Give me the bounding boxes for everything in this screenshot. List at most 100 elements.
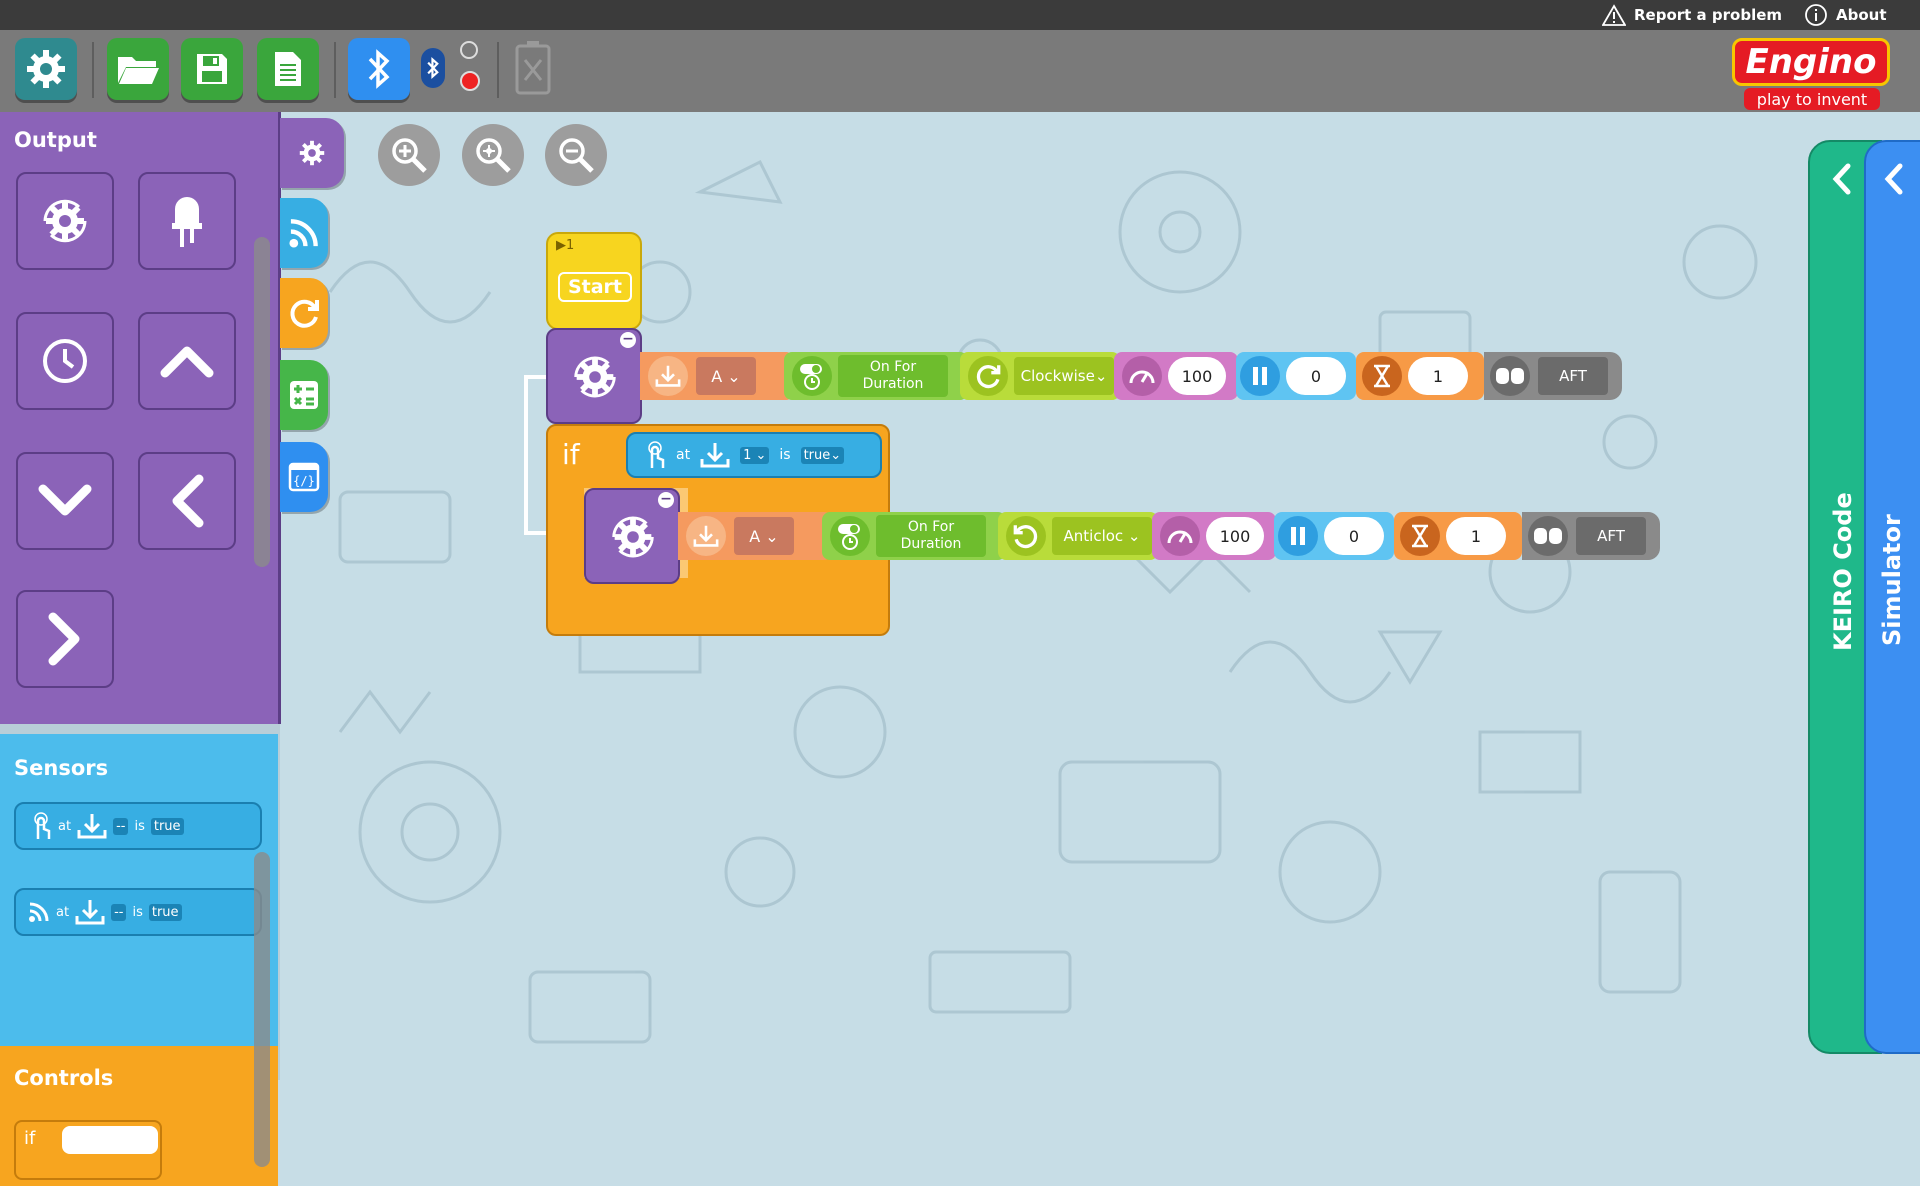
duration-segment: 1: [1356, 352, 1484, 400]
sensor-port-dropdown[interactable]: --: [113, 817, 129, 835]
battery-delete-icon: [515, 41, 551, 95]
port-dropdown[interactable]: A ⌄: [734, 517, 794, 555]
math-tab[interactable]: [280, 360, 328, 430]
if-block-template[interactable]: if: [14, 1120, 162, 1180]
bluetooth-button[interactable]: [348, 38, 410, 100]
sensor-value-dropdown[interactable]: true: [150, 817, 184, 835]
speed-value: 100: [1219, 526, 1251, 546]
settings-button[interactable]: [15, 38, 77, 100]
after-icon-holder: [1528, 516, 1568, 556]
palette-scrollbar[interactable]: [254, 237, 270, 567]
speed-input[interactable]: 100: [1206, 517, 1264, 555]
after-value: AFT: [1597, 527, 1625, 545]
condition-port-value: 1: [743, 447, 752, 463]
toggle-timer-icon: [800, 364, 822, 390]
if-condition-slot[interactable]: [62, 1126, 158, 1154]
mode-dropdown[interactable]: On For Duration: [876, 515, 986, 557]
if-sensor-condition[interactable]: at 1 ⌄ is true⌄: [626, 432, 882, 478]
motor-block-2[interactable]: −: [584, 488, 680, 584]
about-link[interactable]: About: [1804, 4, 1887, 26]
condition-is-label: is: [779, 447, 791, 463]
loops-tab[interactable]: [280, 278, 328, 348]
bluetooth-icon: [368, 49, 390, 89]
sensor-port-dropdown[interactable]: --: [111, 903, 127, 921]
brake-icon: [1496, 368, 1524, 384]
led-block[interactable]: [138, 172, 236, 270]
zoom-reset-button[interactable]: [462, 124, 524, 186]
port-value: A: [711, 366, 723, 386]
after-icon-holder: [1490, 356, 1530, 396]
touch-sensor-block[interactable]: at -- is true: [14, 802, 262, 850]
motor-block-1-params: A ⌄ On For Duration Clockwise⌄ 100 0 1: [640, 352, 1622, 400]
zoom-in-button[interactable]: [378, 124, 440, 186]
about-label: About: [1836, 6, 1887, 24]
turn-left-block[interactable]: [138, 452, 236, 550]
warning-icon: [1602, 4, 1626, 26]
chevron-down-icon: [38, 484, 92, 516]
led-icon: [172, 197, 202, 247]
rotate-anticlockwise-icon: [1013, 525, 1038, 549]
wait-block[interactable]: [16, 312, 114, 410]
save-button[interactable]: [181, 38, 243, 100]
toolbar: Engino play to invent: [0, 30, 1920, 112]
duration-input[interactable]: 1: [1446, 517, 1506, 555]
open-button[interactable]: [107, 38, 169, 100]
after-dropdown[interactable]: AFT: [1576, 517, 1646, 555]
motor-block-1[interactable]: −: [546, 328, 642, 424]
port-icon-holder: [648, 356, 688, 396]
start-block[interactable]: ▶1 Start: [546, 232, 642, 330]
controls-category: Controls if: [0, 1046, 278, 1186]
turn-right-block[interactable]: [16, 590, 114, 688]
condition-port-dropdown[interactable]: 1 ⌄: [740, 446, 770, 464]
duration-value: 1: [1470, 526, 1482, 546]
sensor-at-label: at: [58, 818, 72, 834]
ir-sensor-block[interactable]: at -- is true: [14, 888, 262, 936]
zoom-out-button[interactable]: [545, 124, 607, 186]
ir-sensor-icon: [29, 902, 49, 922]
motor-block[interactable]: [16, 172, 114, 270]
duration-input[interactable]: 1: [1408, 357, 1468, 395]
sensor-value-dropdown[interactable]: true: [148, 903, 182, 921]
move-backward-block[interactable]: [16, 452, 114, 550]
sensors-tab[interactable]: [280, 198, 328, 268]
toolbar-separator: [92, 42, 94, 98]
mode-line2: Duration: [862, 376, 924, 392]
new-file-button[interactable]: [257, 38, 319, 100]
collapse-icon[interactable]: −: [658, 492, 674, 508]
variable-icon: {/}: [288, 462, 320, 492]
simulator-panel[interactable]: Simulator: [1864, 140, 1920, 1054]
direction-dropdown[interactable]: Anticloc ⌄: [1052, 517, 1152, 555]
mode-dropdown[interactable]: On For Duration: [838, 355, 948, 397]
sensors-category: Sensors at -- is true at -- is true: [0, 734, 278, 1046]
after-dropdown[interactable]: AFT: [1538, 357, 1608, 395]
document-icon: [275, 52, 301, 86]
workspace-canvas[interactable]: [280, 112, 1920, 1080]
speed-icon-holder: [1122, 356, 1162, 396]
chevron-right-icon: [48, 612, 80, 666]
report-problem-link[interactable]: Report a problem: [1602, 4, 1782, 26]
collapse-icon[interactable]: −: [620, 332, 636, 348]
duration-icon-holder: [1400, 516, 1440, 556]
port-dropdown[interactable]: A ⌄: [696, 357, 756, 395]
variables-tab[interactable]: {/}: [280, 442, 328, 512]
output-tab[interactable]: [280, 118, 344, 188]
top-bar: Report a problem About: [0, 0, 1920, 30]
pause-input[interactable]: 0: [1324, 517, 1384, 555]
move-forward-block[interactable]: [138, 312, 236, 410]
speed-input[interactable]: 100: [1168, 357, 1226, 395]
chevron-left-icon[interactable]: [1880, 162, 1908, 196]
speedometer-icon: [1167, 530, 1193, 544]
hourglass-icon: [1412, 524, 1428, 548]
if-label: if: [24, 1128, 36, 1149]
direction-dropdown[interactable]: Clockwise ⌄: [1014, 357, 1114, 395]
pause-input[interactable]: 0: [1286, 357, 1346, 395]
start-badge: ▶1: [556, 238, 575, 253]
palette-scrollbar-lower[interactable]: [254, 852, 270, 1167]
speed-segment: 100: [1114, 352, 1238, 400]
port-value: A: [749, 526, 761, 546]
chevron-left-icon[interactable]: [1828, 162, 1856, 196]
condition-value-dropdown[interactable]: true⌄: [800, 446, 845, 464]
delete-button[interactable]: [515, 40, 551, 95]
if-label: if: [562, 438, 580, 471]
mode-icon-holder: [792, 356, 832, 396]
